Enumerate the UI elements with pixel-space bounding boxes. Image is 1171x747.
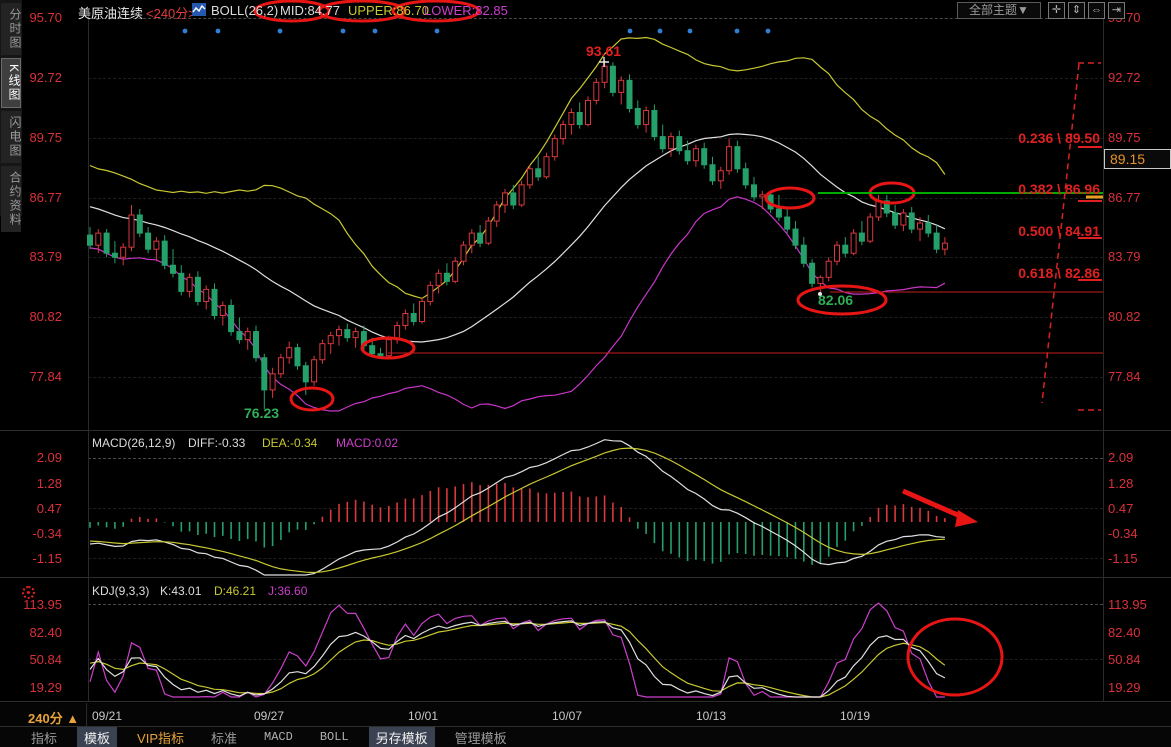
kdj-d-value: D:46.21 [214,584,256,598]
fib-underline [1078,279,1102,281]
toolbar-boll[interactable]: BOLL [313,729,356,745]
x-axis-label: 10/07 [552,709,582,723]
kdj-indicator-chart[interactable] [0,0,1171,747]
peak-price-label: 93.61 [586,43,621,59]
chart-type-sidebar: 分时图 K线图 闪电图 合约资料 [0,0,22,216]
x-axis-label: 09/21 [92,709,122,723]
sidebar-tab-kline-chart[interactable]: K线图 [1,58,21,108]
fib-level-0236: 0.236 \ 89.50 [1018,130,1100,146]
kdj-indicator-name: KDJ(9,3,3) [92,584,149,598]
sidebar-tab-time-chart[interactable]: 分时图 [1,3,21,55]
kdj-lines [90,603,945,697]
x-axis-label: 10/13 [696,709,726,723]
toolbar-macd[interactable]: MACD [257,729,300,745]
fib-underline [1078,200,1102,202]
boll-mid-value: MID:84.77 [280,3,340,18]
boll-upper-value: UPPER:86.70 [348,3,429,18]
fib-underline [1078,237,1102,239]
x-axis-label: 09/27 [254,709,284,723]
toolbar-templates[interactable]: 模板 [77,727,117,747]
sidebar-tab-lightning-chart[interactable]: 闪电图 [1,111,21,163]
trading-app-window: 分时图 K线图 闪电图 合约资料 美原油连续 <240分> BOLL(26,2)… [0,0,1171,747]
toolbar-vip-indicators[interactable]: VIP指标 [130,727,191,747]
sidebar-tab-contract-info[interactable]: 合约资料 [1,166,21,232]
instrument-title: 美原油连续 [78,3,143,22]
indicator-alert-icon[interactable] [22,586,35,599]
shift-right-icon[interactable]: ⇥ [1108,2,1125,19]
kdj-k-value: K:43.01 [160,584,201,598]
move-tool-icon[interactable]: ✛ [1048,2,1065,19]
x-axis-label: 10/19 [840,709,870,723]
toolbar-standard[interactable]: 标准 [204,727,244,747]
time-axis: 240分 ▲ 09/21 09/27 10/01 10/07 10/13 10/… [0,703,1171,726]
macd-diff-value: DIFF:-0.33 [188,436,245,450]
fib-underline [1078,146,1102,148]
scale-horizontal-icon[interactable]: ⇔ [1088,2,1105,19]
kdj-j-value: J:36.60 [268,584,307,598]
boll-lower-value: LOWER:82.85 [424,3,508,18]
boll-indicator-name: BOLL(26,2) [211,3,278,18]
toolbar-indicators[interactable]: 指标 [24,727,64,747]
macd-indicator-name: MACD(26,12,9) [92,436,175,450]
x-axis-label: 10/01 [408,709,438,723]
kline-mini-icon [192,3,206,16]
current-price-tag: 89.15 [1104,149,1171,169]
theme-dropdown-button[interactable]: 全部主题▼ [957,2,1041,19]
scale-vertical-icon[interactable]: ⇕ [1068,2,1085,19]
support-price-label: 82.06 [818,292,853,308]
time-strip-divider [86,703,87,726]
period-label: <240分> [146,3,196,22]
toolbar-save-template[interactable]: 另存模板 [369,727,435,747]
macd-dea-value: DEA:-0.34 [262,436,317,450]
low-price-label: 76.23 [244,405,279,421]
indicator-toolbar: 指标 模板 VIP指标 标准 MACD BOLL 另存模板 管理模板 [0,727,1171,747]
toolbar-manage-templates[interactable]: 管理模板 [448,727,514,747]
period-selector[interactable]: 240分 ▲ [28,708,79,727]
macd-hist-value: MACD:0.02 [336,436,398,450]
fib-level-0382: 0.382 \ 86.96 [1018,181,1100,197]
